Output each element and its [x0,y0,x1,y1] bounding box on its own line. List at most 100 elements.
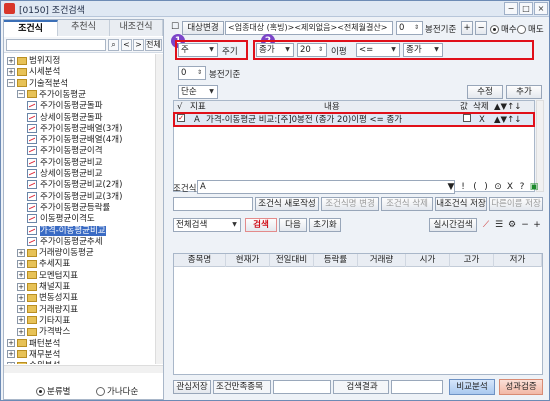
all-button[interactable]: 전체 [145,39,162,51]
settings-icon[interactable]: ⚙ [506,219,518,231]
expand-icon[interactable]: + [17,305,25,314]
plus-icon[interactable]: + [531,219,543,231]
compare-analysis-button[interactable]: 비교분석 [449,379,495,395]
target-change-button[interactable]: 대상변경 [182,21,224,35]
condition-name-field[interactable] [173,197,253,211]
compare-select[interactable]: 종가 ▼ [403,43,443,57]
tree-node[interactable]: 가격-이동평균비교 [27,225,106,237]
condition-grid-scrollbar[interactable] [536,100,544,192]
tree-node[interactable]: − 주가이동평균 [17,89,86,101]
new-condition-button[interactable]: 조건식 새로작성 [255,197,319,211]
tree-node[interactable]: − 기술적분석 [7,78,68,90]
formula-input[interactable]: A [197,180,455,194]
tree-node[interactable]: 주가이동평균배열(3개) [27,123,122,135]
prev-button[interactable]: < [121,39,132,51]
delete-condition-button[interactable]: 조건식 삭제 [381,197,433,211]
next-result-button[interactable]: 다음 [279,218,307,232]
tree-node[interactable]: + 채널지표 [17,281,70,293]
expand-icon[interactable]: + [17,327,25,336]
tab-condition[interactable]: 조건식 [4,20,58,36]
save-condition-button[interactable]: 내조건식 저장 [435,197,487,211]
tree-node[interactable]: + 기타지표 [17,315,70,327]
chart-icon[interactable]: ⟋ [480,219,492,231]
realtime-search-button[interactable]: 실시간검색 [429,218,477,232]
checkbox-icon[interactable]: ☐ [169,21,181,33]
tree-node[interactable]: + 재무분석 [7,349,60,361]
radio-buy[interactable]: 매수 [490,23,517,35]
collapse-icon[interactable]: − [7,79,15,88]
tree-node[interactable]: 주가이동평균비교(2개) [27,179,122,191]
tab-my-condition[interactable]: 내조건식 [110,20,163,36]
price-type-select[interactable]: 종가 ▼ [256,43,294,57]
search-button[interactable]: 검색 [245,218,277,232]
radio-by-category[interactable]: 분류별 [36,385,70,397]
radio-alphabetical[interactable]: 가나다순 [96,385,138,397]
tree-node[interactable]: 주가이동평균추세 [27,236,103,248]
formula-clear-icon[interactable]: X [504,181,516,193]
menu-icon[interactable]: ☰ [493,219,505,231]
rename-condition-button[interactable]: 조건식명 변경 [321,197,379,211]
tree-node[interactable]: 주가이동평균돌파 [27,100,103,112]
search-icon[interactable]: ⌕ [108,39,119,51]
expand-icon[interactable]: + [17,293,25,302]
formula-dropdown-icon[interactable]: ▼ [445,181,457,193]
offset-spinner[interactable]: 0 ⇕ [178,66,206,80]
maximize-button[interactable]: □ [519,2,533,15]
reset-button[interactable]: 초기화 [309,218,341,232]
expand-icon[interactable]: + [7,339,15,347]
tree-node[interactable]: + 거래량이동평균 [17,247,94,259]
tree-node[interactable]: + 범위지정 [7,55,60,67]
formula-close-paren-button[interactable]: ) [480,181,492,193]
expand-icon[interactable]: + [7,67,15,76]
tree-horizontal-scrollbar[interactable] [4,365,163,373]
tree-search-input[interactable] [6,39,106,51]
expand-icon[interactable]: + [7,56,15,65]
tree-node[interactable]: + 시세분석 [7,66,60,78]
formula-help-icon[interactable]: ? [516,181,528,193]
expand-icon[interactable]: + [7,361,15,364]
tab-recommended[interactable]: 추천식 [58,20,110,36]
tree-node[interactable]: 주가이동평균배열(4개) [27,134,122,146]
search-scope-select[interactable]: 전체검색 ▼ [173,218,241,232]
minus-icon[interactable]: − [519,219,531,231]
tree-node[interactable]: 주가이동평균등락률 [27,202,110,214]
excel-icon[interactable]: ▣ [528,181,540,193]
expand-icon[interactable]: + [7,350,15,359]
base-offset-spinner[interactable]: 0 ⇕ [396,21,423,35]
tree-node[interactable]: + 추세지표 [17,258,70,270]
tree-node[interactable]: 상세이동평균비교 [27,168,103,180]
tree-node[interactable]: 주가이동평균비교 [27,157,103,169]
tree-node[interactable]: + 패턴분석 [7,338,60,350]
expand-icon[interactable]: + [17,282,25,291]
tree-node[interactable]: + 변동성지표 [17,292,78,304]
tree-node[interactable]: 상세이동평균돌파 [27,112,103,124]
tree-node[interactable]: + 가격박스 [17,326,70,338]
performance-verify-button[interactable]: 성과검증 [499,379,543,395]
operator-select[interactable]: <= ▼ [356,43,400,57]
tree-node[interactable]: 주가이동평균이격 [27,145,103,157]
radio-sell[interactable]: 매도 [517,23,544,35]
minimize-button[interactable]: − [504,2,518,15]
tree-node[interactable]: + 모멘텀지표 [17,270,78,282]
plus-button[interactable]: + [461,21,473,35]
mode-select[interactable]: 단순 ▼ [178,85,218,99]
formula-not-button[interactable]: ! [457,181,469,193]
expand-icon[interactable]: + [17,271,25,280]
next-button[interactable]: > [133,39,144,51]
tree-node[interactable]: + 순위분석 [7,360,60,364]
period-select[interactable]: 주 ▼ [178,43,218,57]
tree-vertical-scrollbar[interactable] [155,54,163,364]
save-as-button[interactable]: 다른이름 저장 [489,197,543,211]
ma-period-spinner[interactable]: 20 ⇕ [297,43,327,57]
collapse-icon[interactable]: − [17,90,25,99]
tree-node[interactable]: 이동평균이격도 [27,213,95,225]
expand-icon[interactable]: + [17,259,25,268]
target-value-field[interactable]: <업종대상 (혹빙)><제외없음><전체월결산> [225,21,393,35]
minus-button[interactable]: − [475,21,487,35]
add-button[interactable]: 추가 [506,85,542,99]
formula-toggle-icon[interactable]: ⊙ [492,181,504,193]
expand-icon[interactable]: + [17,248,25,257]
expand-icon[interactable]: + [17,316,25,325]
modify-button[interactable]: 수정 [467,85,503,99]
tree-node[interactable]: 주가이동평균비교(3개) [27,191,122,203]
